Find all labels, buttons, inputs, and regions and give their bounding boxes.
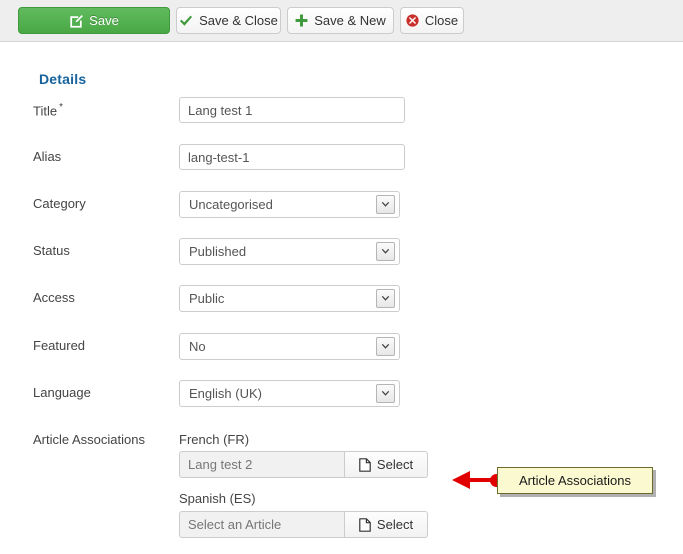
category-select[interactable]: Uncategorised bbox=[179, 191, 400, 218]
plus-icon bbox=[295, 14, 308, 27]
annotation-callout-box: Article Associations bbox=[497, 467, 653, 494]
featured-select[interactable]: No bbox=[179, 333, 400, 360]
association-row-french: Select bbox=[179, 451, 428, 478]
title-label-text: Title bbox=[33, 103, 58, 119]
status-select-value: Published bbox=[189, 244, 247, 259]
check-icon bbox=[179, 15, 193, 27]
required-marker: * bbox=[59, 102, 63, 113]
status-label: Status bbox=[33, 243, 70, 258]
alias-label: Alias bbox=[33, 149, 62, 164]
language-label: Language bbox=[33, 385, 91, 400]
document-icon bbox=[359, 457, 371, 472]
featured-label: Featured bbox=[33, 338, 86, 353]
association-article-input-spanish[interactable] bbox=[179, 511, 344, 538]
document-icon bbox=[359, 517, 371, 532]
close-button-label: Close bbox=[424, 13, 459, 28]
save-and-new-button[interactable]: Save & New bbox=[287, 7, 394, 34]
save-and-close-button-label: Save & Close bbox=[199, 13, 278, 28]
access-label: Access bbox=[33, 290, 75, 305]
save-button[interactable]: Save bbox=[18, 7, 170, 34]
article-associations-label: Article Associations bbox=[33, 432, 145, 447]
close-button[interactable]: Close bbox=[400, 7, 464, 34]
association-select-button-french[interactable]: Select bbox=[344, 451, 428, 478]
chevron-down-icon[interactable] bbox=[376, 242, 395, 261]
association-article-input-french[interactable] bbox=[179, 451, 344, 478]
alias-input[interactable] bbox=[179, 144, 405, 170]
access-select-value: Public bbox=[189, 291, 225, 306]
save-and-new-button-label: Save & New bbox=[314, 13, 386, 28]
title-input[interactable] bbox=[179, 97, 405, 123]
featured-select-value: No bbox=[189, 339, 206, 354]
language-select[interactable]: English (UK) bbox=[179, 380, 400, 407]
chevron-down-icon[interactable] bbox=[376, 195, 395, 214]
status-select[interactable]: Published bbox=[179, 238, 400, 265]
category-select-value: Uncategorised bbox=[189, 197, 273, 212]
title-label: Title * bbox=[33, 102, 63, 118]
association-language-spanish: Spanish (ES) bbox=[179, 491, 256, 506]
details-heading: Details bbox=[39, 71, 87, 87]
association-row-spanish: Select bbox=[179, 511, 428, 538]
annotation-callout-label: Article Associations bbox=[519, 473, 631, 488]
save-and-close-button[interactable]: Save & Close bbox=[176, 7, 281, 34]
association-select-button-spanish[interactable]: Select bbox=[344, 511, 428, 538]
association-language-french: French (FR) bbox=[179, 432, 250, 447]
association-select-button-label-french: Select bbox=[376, 457, 414, 472]
access-select[interactable]: Public bbox=[179, 285, 400, 312]
chevron-down-icon[interactable] bbox=[376, 384, 395, 403]
edit-pencil-square-icon bbox=[69, 14, 84, 28]
save-button-label: Save bbox=[89, 13, 119, 28]
chevron-down-icon[interactable] bbox=[376, 337, 395, 356]
close-circle-icon bbox=[406, 14, 419, 27]
language-select-value: English (UK) bbox=[189, 386, 262, 401]
association-select-button-label-spanish: Select bbox=[376, 517, 414, 532]
editor-toolbar: Save Save & Close Save & New Close bbox=[0, 0, 683, 42]
chevron-down-icon[interactable] bbox=[376, 289, 395, 308]
category-label: Category bbox=[33, 196, 86, 211]
